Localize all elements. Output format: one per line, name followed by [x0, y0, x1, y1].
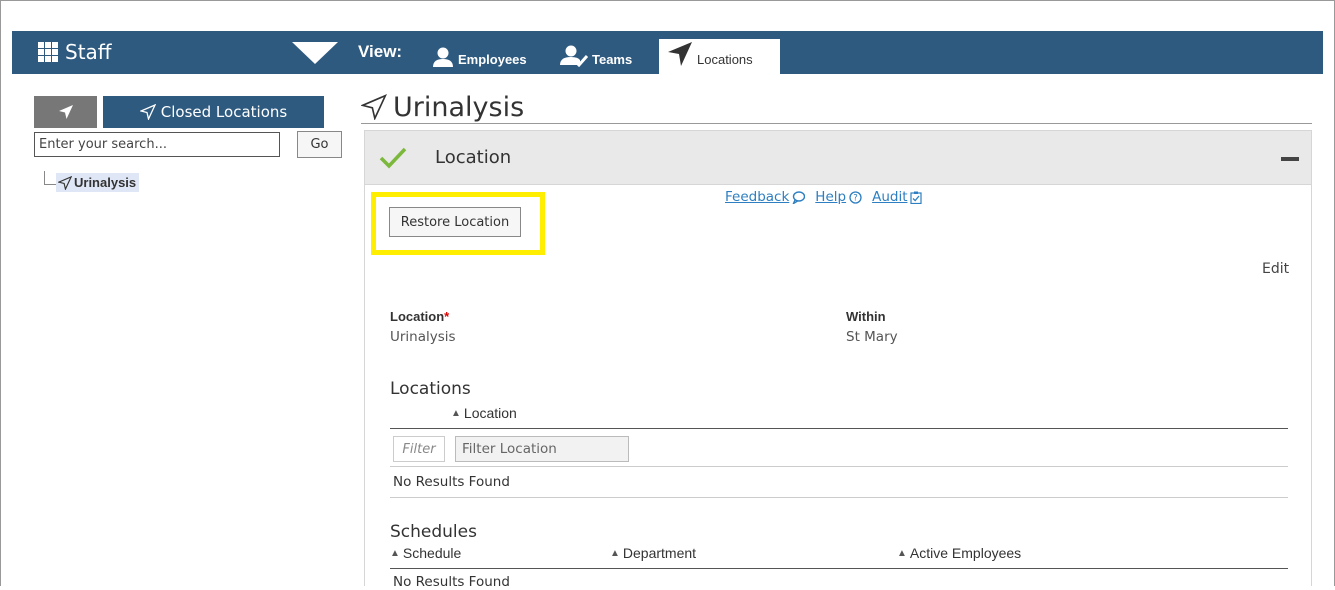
tab-teams[interactable]: Teams: [560, 38, 632, 74]
required-marker: *: [444, 309, 450, 324]
schedules-heading: Schedules: [390, 522, 477, 542]
page-title-text: Urinalysis: [393, 91, 525, 123]
team-icon: [560, 45, 588, 67]
schedules-empty-message: No Results Found: [393, 574, 510, 590]
sort-icon: ▲︎: [451, 407, 461, 419]
page-title: Urinalysis: [361, 90, 524, 124]
tree-item-urinalysis[interactable]: Urinalysis: [56, 173, 140, 192]
view-label: View:: [358, 42, 403, 61]
within-field-label: Within: [846, 309, 886, 324]
top-nav-bar: Staff View: Employees Teams Locations: [12, 31, 1323, 74]
feedback-link[interactable]: Feedback: [725, 189, 806, 205]
tab-open-locations[interactable]: [34, 96, 97, 128]
app-title: Staff: [65, 40, 112, 64]
clipboard-check-icon: [910, 191, 923, 204]
location-arrow-icon: [668, 42, 692, 66]
tab-locations-label: Locations: [697, 52, 753, 67]
tree-connector: [44, 171, 56, 185]
feedback-link-label: Feedback: [725, 189, 790, 205]
tab-employees-label: Employees: [458, 52, 527, 67]
help-link-label: Help: [815, 189, 847, 205]
location-section-header: Location: [364, 130, 1312, 185]
go-button[interactable]: Go: [297, 131, 342, 158]
locations-bottom-divider: [390, 497, 1288, 498]
column-header-location-label: Location: [463, 405, 517, 421]
action-links: Feedback Help ? Audit: [725, 189, 923, 205]
tab-locations[interactable]: Locations: [659, 39, 780, 74]
person-icon: [433, 47, 453, 67]
location-arrow-outline-icon: [139, 104, 156, 120]
location-arrow-outline-icon: [361, 94, 387, 120]
location-field-label: Location*: [390, 309, 449, 324]
search-input[interactable]: [34, 132, 280, 157]
tab-teams-label: Teams: [592, 52, 633, 67]
within-field-value: St Mary: [846, 329, 898, 345]
audit-link-label: Audit: [872, 189, 908, 205]
sort-icon: ▲︎: [610, 547, 620, 559]
filter-location-input[interactable]: [455, 436, 629, 462]
audit-link[interactable]: Audit: [872, 189, 923, 205]
tree-item-label: Urinalysis: [74, 175, 137, 190]
location-tree: Urinalysis: [44, 168, 140, 192]
column-header-active-employees-label: Active Employees: [909, 545, 1022, 561]
tab-closed-locations[interactable]: Closed Locations: [103, 96, 324, 128]
grid-icon: [38, 42, 58, 62]
location-arrow-outline-icon: [58, 175, 72, 190]
column-header-active-employees[interactable]: ▲︎ Active Employees: [897, 545, 1021, 561]
column-header-department[interactable]: ▲︎ Department: [610, 545, 696, 561]
locations-heading: Locations: [390, 379, 471, 399]
column-header-location[interactable]: ▲︎ Location: [451, 405, 517, 421]
locations-empty-message: No Results Found: [393, 474, 510, 490]
closed-locations-label: Closed Locations: [160, 103, 288, 121]
help-circle-icon: ?: [849, 190, 862, 204]
locations-filter-divider: [390, 466, 1288, 467]
restore-location-button[interactable]: Restore Location: [389, 207, 521, 237]
sidebar-tabs: Closed Locations: [34, 96, 324, 128]
sort-icon: ▲︎: [390, 547, 400, 559]
svg-text:?: ?: [853, 193, 858, 203]
tab-employees[interactable]: Employees: [432, 38, 527, 74]
collapse-icon[interactable]: [1281, 157, 1299, 161]
location-arrow-icon: [58, 105, 73, 119]
section-title: Location: [435, 147, 512, 168]
locations-header-divider: [390, 428, 1288, 429]
app-switcher[interactable]: Staff: [38, 37, 112, 67]
check-icon: [379, 147, 407, 169]
help-link[interactable]: Help ?: [815, 189, 862, 205]
speech-bubble-icon: [792, 190, 806, 204]
caret-down-icon[interactable]: [292, 42, 338, 64]
column-header-schedule-label: Schedule: [402, 545, 462, 561]
sort-icon: ▲︎: [897, 547, 907, 559]
schedules-header-divider: [390, 568, 1288, 569]
location-label-text: Location: [390, 309, 445, 324]
column-header-department-label: Department: [622, 545, 697, 561]
title-divider: [361, 123, 1312, 124]
filter-label: Filter: [393, 436, 445, 462]
column-header-schedule[interactable]: ▲︎ Schedule: [390, 545, 461, 561]
edit-link[interactable]: Edit: [1262, 261, 1289, 277]
location-field-value: Urinalysis: [390, 329, 456, 345]
